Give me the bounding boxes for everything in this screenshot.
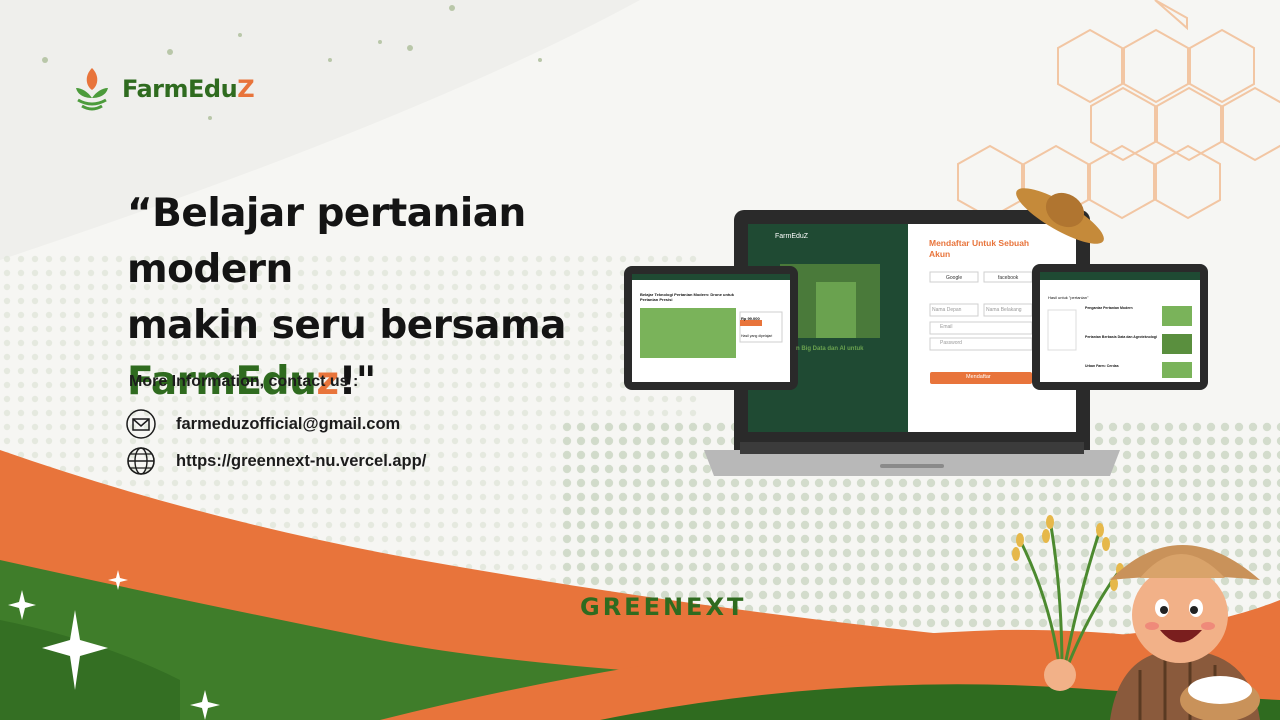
laptop-last-name: Nama Belakang [986,307,1022,313]
contact-email[interactable]: farmeduzofficial@gmail.com [176,415,400,434]
right-tablet-item-2: Pertanian Berbasis Data dan Agroteknolog… [1085,335,1158,339]
mail-icon [126,409,156,439]
brand-name: FarmEduZ [122,75,255,103]
right-tablet-search: Hasil untuk "pertanian" [1048,295,1089,300]
left-tablet-price: Rp 99.000 [741,316,760,321]
laptop-first-name: Nama Depan [932,307,962,313]
laptop-hero-caption: n Big Data dan AI untuk [796,346,864,352]
contact-title: More Information, contact us : [129,373,359,390]
farmer-mascot-illustration [1012,515,1260,720]
laptop-email-field: Email [940,324,953,330]
contact-website-row[interactable]: https://greennext-nu.vercel.app/ [126,446,426,476]
contact-website[interactable]: https://greennext-nu.vercel.app/ [176,452,426,471]
headline-line-2: makin seru bersama [127,303,566,348]
laptop-password-field: Password [940,340,962,346]
left-tablet-title: Belajar Teknologi Pertanian Modern: Dron… [640,292,734,302]
right-tablet-item-1: Pengantar Pertanian Modern [1085,306,1133,310]
right-tablet-item-3: Urban Farm: Cerdas [1085,364,1119,368]
laptop-submit-label: Mendaftar [966,374,991,380]
laptop-logo: FarmEduZ [775,233,809,240]
left-tablet-section: Hasil yang dipelajari [741,334,773,338]
laptop-hero-person [816,282,856,338]
globe-icon [127,447,155,475]
headline-line-1: “Belajar pertanian modern [127,191,526,292]
laptop-google-button: Google [946,275,963,281]
greenext-brand: GREENEXT [580,593,747,621]
brand-logo: FarmEduZ [72,66,255,112]
laptop-facebook-button: facebook [998,275,1019,281]
laptop-form-title: Mendaftar Untuk Sebuah Akun [929,238,1030,259]
contact-email-row[interactable]: farmeduzofficial@gmail.com [126,409,400,439]
farmeduz-logo-icon [76,68,108,111]
